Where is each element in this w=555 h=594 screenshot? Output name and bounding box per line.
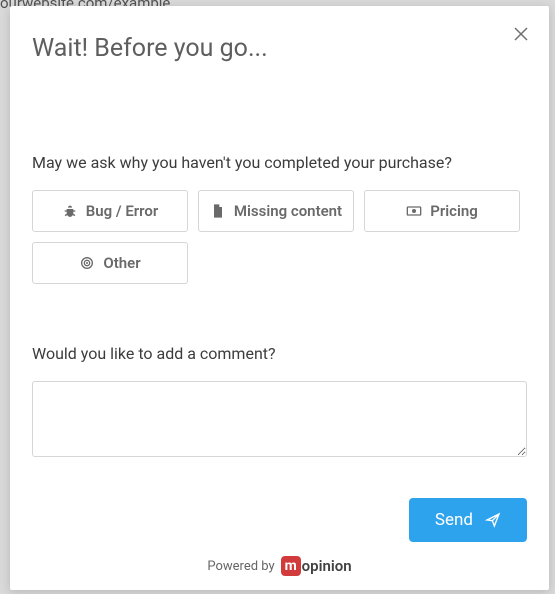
option-missing-content[interactable]: Missing content <box>198 190 354 232</box>
powered-by: Powered by mopinion <box>32 556 527 576</box>
brand-logo[interactable]: mopinion <box>281 556 352 576</box>
close-icon <box>512 25 530 43</box>
brand-name: opinion <box>302 557 352 575</box>
question-comment: Would you like to add a comment? <box>32 344 527 363</box>
send-button[interactable]: Send <box>409 498 527 542</box>
reason-options: Bug / Error Missing content Pricing Othe… <box>32 190 527 284</box>
option-bug-error[interactable]: Bug / Error <box>32 190 188 232</box>
question-reason: May we ask why you haven't you completed… <box>32 153 527 172</box>
exit-intent-modal: Wait! Before you go... May we ask why yo… <box>10 6 549 590</box>
powered-by-label: Powered by <box>207 559 274 574</box>
option-label: Bug / Error <box>86 202 159 220</box>
bug-icon <box>62 203 78 219</box>
send-label: Send <box>435 510 473 530</box>
option-label: Pricing <box>430 202 478 220</box>
brand-m-icon: m <box>281 556 301 576</box>
option-label: Missing content <box>234 202 342 220</box>
modal-footer: Send <box>32 458 527 542</box>
close-button[interactable] <box>507 20 535 48</box>
option-pricing[interactable]: Pricing <box>364 190 520 232</box>
paper-plane-icon <box>485 512 501 528</box>
comment-textarea[interactable] <box>32 381 527 457</box>
target-icon <box>79 255 95 271</box>
file-icon <box>210 203 226 219</box>
modal-title: Wait! Before you go... <box>32 34 527 63</box>
option-label: Other <box>103 254 140 272</box>
option-other[interactable]: Other <box>32 242 188 284</box>
money-icon <box>406 203 422 219</box>
